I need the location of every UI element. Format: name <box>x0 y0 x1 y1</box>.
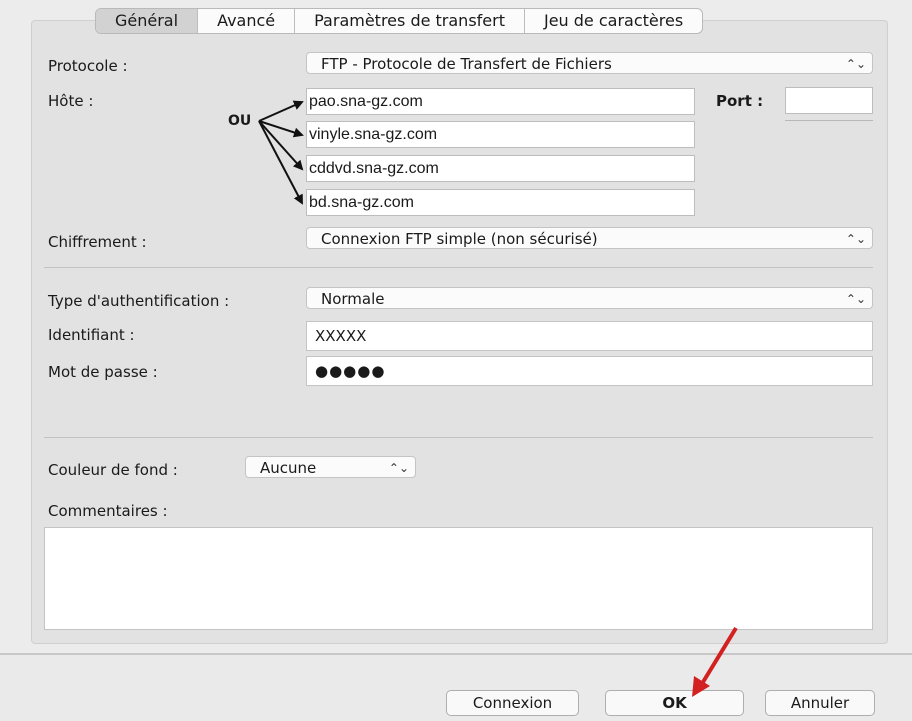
comments-textarea[interactable] <box>44 527 873 630</box>
port-input[interactable] <box>785 87 873 114</box>
or-annotation: OU <box>228 113 252 129</box>
host-label: Hôte : <box>48 92 94 110</box>
auth-type-select[interactable]: Normale ⌃⌄ <box>306 287 873 309</box>
encryption-select-value: Connexion FTP simple (non sécurisé) <box>321 230 598 248</box>
ok-button[interactable]: OK <box>605 690 744 716</box>
tab-advanced[interactable]: Avancé <box>198 9 296 33</box>
protocol-select-value: FTP - Protocole de Transfert de Fichiers <box>321 55 612 73</box>
tab-bar: Général Avancé Paramètres de transfert J… <box>95 8 704 34</box>
tab-charset[interactable]: Jeu de caractères <box>525 9 702 33</box>
tab-transfer-settings[interactable]: Paramètres de transfert <box>295 9 525 33</box>
host-input[interactable]: pao.sna-gz.com <box>306 88 695 115</box>
separator <box>44 437 873 438</box>
password-input[interactable]: ●●●●● <box>306 356 873 386</box>
background-color-value: Aucune <box>260 459 317 477</box>
updown-chevron-icon: ⌃⌄ <box>845 292 866 306</box>
login-label: Identifiant : <box>48 326 135 344</box>
port-label: Port : <box>716 92 764 110</box>
updown-chevron-icon: ⌃⌄ <box>845 57 866 71</box>
comments-label: Commentaires : <box>48 502 168 520</box>
updown-chevron-icon: ⌃⌄ <box>845 232 866 246</box>
updown-chevron-icon: ⌃⌄ <box>388 461 409 475</box>
separator <box>44 267 873 268</box>
cancel-button[interactable]: Annuler <box>765 690 875 716</box>
connect-button[interactable]: Connexion <box>446 690 579 716</box>
background-color-label: Couleur de fond : <box>48 461 178 479</box>
protocol-select[interactable]: FTP - Protocole de Transfert de Fichiers… <box>306 52 873 74</box>
port-underline <box>785 120 873 121</box>
host-option-bd[interactable]: bd.sna-gz.com <box>306 189 695 216</box>
auth-type-value: Normale <box>321 290 385 308</box>
protocol-label: Protocole : <box>48 57 128 75</box>
tab-general[interactable]: Général <box>96 9 199 33</box>
host-option-cddvd[interactable]: cddvd.sna-gz.com <box>306 155 695 182</box>
password-label: Mot de passe : <box>48 363 158 381</box>
login-input[interactable]: XXXXX <box>306 321 873 351</box>
encryption-select[interactable]: Connexion FTP simple (non sécurisé) ⌃⌄ <box>306 227 873 249</box>
background-color-select[interactable]: Aucune ⌃⌄ <box>245 456 416 478</box>
encryption-label: Chiffrement : <box>48 233 147 251</box>
auth-type-label: Type d'authentification : <box>48 292 230 310</box>
host-option-vinyle[interactable]: vinyle.sna-gz.com <box>306 121 695 148</box>
